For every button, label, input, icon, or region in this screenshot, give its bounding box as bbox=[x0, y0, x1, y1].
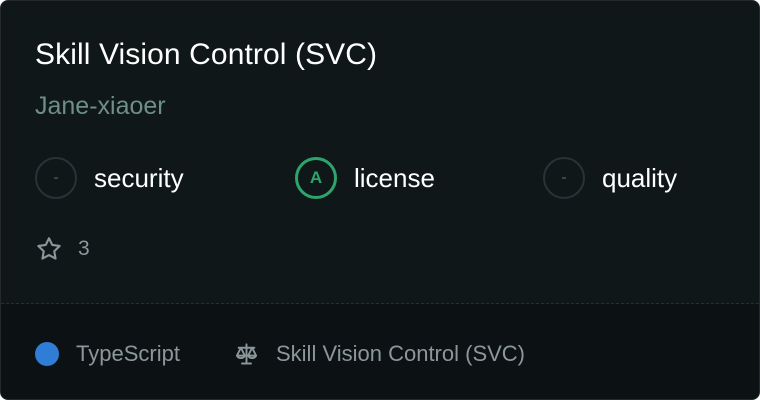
language-info: TypeScript bbox=[35, 340, 180, 368]
security-grade-value: - bbox=[53, 169, 59, 186]
repository-card[interactable]: Skill Vision Control (SVC) Jane-xiaoer -… bbox=[0, 0, 760, 400]
repository-title[interactable]: Skill Vision Control (SVC) bbox=[35, 37, 377, 73]
quality-score: - quality bbox=[543, 155, 677, 201]
language-name: TypeScript bbox=[76, 341, 180, 366]
quality-score-label: quality bbox=[602, 163, 678, 193]
scale-icon bbox=[235, 342, 258, 364]
security-grade-badge: - bbox=[35, 157, 77, 199]
quality-grade-value: - bbox=[561, 169, 567, 186]
security-score-label: security bbox=[94, 163, 184, 193]
security-score: - security bbox=[35, 155, 184, 201]
license-grade-badge: A bbox=[295, 157, 337, 199]
license-score-label: license bbox=[354, 163, 435, 193]
quality-grade-badge: - bbox=[543, 157, 585, 199]
repository-card-main: Skill Vision Control (SVC) Jane-xiaoer -… bbox=[1, 1, 759, 303]
repository-owner[interactable]: Jane-xiaoer bbox=[35, 90, 166, 122]
star-count: 3 bbox=[35, 234, 90, 264]
license-info: Skill Vision Control (SVC) bbox=[233, 340, 525, 368]
language-color-dot bbox=[35, 342, 59, 366]
star-count-value: 3 bbox=[78, 237, 90, 260]
license-grade-value: A bbox=[309, 168, 323, 187]
license-name: Skill Vision Control (SVC) bbox=[276, 341, 526, 366]
license-score: A license bbox=[295, 155, 435, 201]
star-outline-icon bbox=[37, 237, 61, 260]
repository-footer: TypeScript Skill Vision Control (SVC) bbox=[1, 304, 759, 399]
